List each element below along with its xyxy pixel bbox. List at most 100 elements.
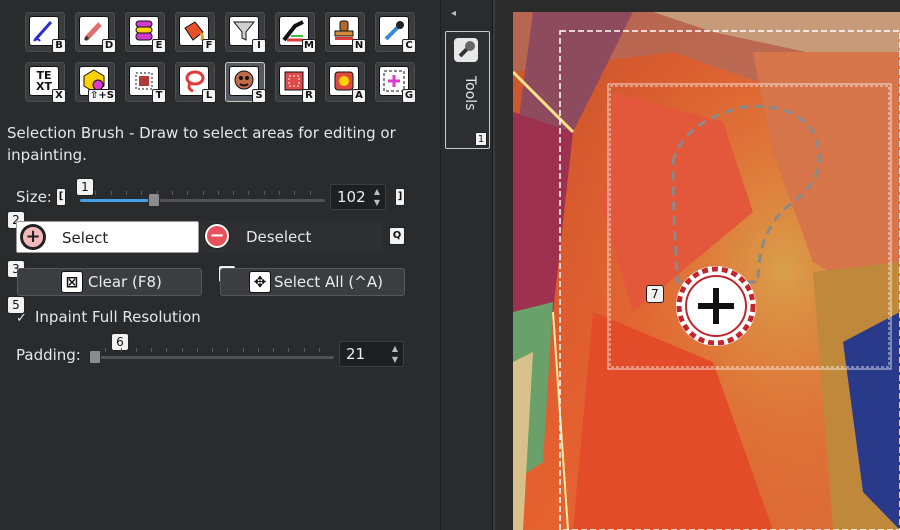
size-slider[interactable] [80, 191, 325, 207]
smudge-tool-button[interactable]: M [275, 12, 316, 53]
slider-tick [288, 348, 290, 352]
image-canvas[interactable]: 7 [513, 12, 900, 530]
spin-down-icon[interactable]: ▼ [389, 354, 401, 365]
toggle-mode-key[interactable]: Q [389, 227, 405, 245]
tab-tools-label: Tools [462, 76, 478, 111]
color-picker-button[interactable]: C [375, 12, 416, 53]
inpaint-label: Inpaint Full Resolution [35, 308, 201, 326]
shortcut-key: ⇧+S [88, 89, 116, 103]
minus-circle-icon: − [205, 224, 229, 248]
size-value: 102 [337, 188, 366, 206]
spin-down-icon[interactable]: ▼ [371, 197, 383, 208]
tab-tools[interactable]: Tools 1 [445, 31, 490, 149]
shortcut-key: M [302, 39, 316, 53]
slider-tick [242, 348, 244, 352]
tool-description: Selection Brush - Draw to select areas f… [7, 124, 396, 164]
clear-icon: ⊠ [61, 271, 83, 293]
slider-tick [105, 348, 107, 352]
shortcut-key: D [102, 39, 116, 53]
transform-tool-button[interactable]: T [125, 62, 166, 103]
collapse-arrow-icon[interactable]: ◂ [451, 8, 456, 19]
slider-tick [141, 191, 143, 195]
filter-tool-button[interactable]: I [225, 12, 266, 53]
shortcut-key: X [52, 89, 66, 103]
slider-tick [187, 191, 189, 195]
selection-brush-button[interactable]: S [225, 62, 266, 103]
slider-tick [120, 348, 122, 352]
deselect-mode-button[interactable]: − Deselect [200, 221, 383, 253]
stamp-tool-button[interactable]: N [325, 12, 366, 53]
slider-tick [135, 348, 137, 352]
clear-button[interactable]: ⊠ Clear (F8) [17, 268, 202, 296]
slider-tick [248, 191, 250, 195]
tab-shortcut-key: 1 [475, 132, 487, 146]
size-label: Size: [16, 188, 52, 206]
shortcut-key: S [252, 89, 266, 103]
slider-tick [273, 348, 274, 352]
spin-up-icon[interactable]: ▲ [389, 343, 401, 354]
size-spinbox[interactable]: 102 ▲ ▼ [330, 184, 386, 210]
padding-slider-handle[interactable] [88, 350, 101, 364]
eraser-tool-button[interactable]: E [125, 12, 166, 53]
size-slider-fill [80, 199, 154, 202]
tool-panel: B D E F I M N C TE XT X ⇧+S T L S R A G … [0, 0, 440, 530]
select-all-button[interactable]: ✥ Select All (^A) [220, 268, 405, 296]
slider-tick [279, 191, 281, 195]
shape-tool-button[interactable]: ⇧+S [75, 62, 116, 103]
slider-tick [303, 348, 305, 352]
fill-tool-button[interactable]: F [175, 12, 216, 53]
shortcut-key: R [302, 89, 316, 103]
slider-tick [257, 348, 259, 352]
slider-tick [95, 191, 97, 195]
slider-tick [196, 348, 198, 352]
select-all-label: Select All (^A) [274, 273, 383, 291]
padding-slider[interactable] [88, 348, 334, 364]
increase-size-key[interactable]: ] [395, 188, 405, 206]
deselect-label: Deselect [246, 228, 312, 246]
panel-splitter[interactable] [492, 0, 495, 530]
spin-up-icon[interactable]: ▲ [371, 186, 383, 197]
select-all-icon: ✥ [249, 271, 271, 293]
size-slider-handle[interactable] [147, 193, 160, 207]
shortcut-key: A [352, 89, 366, 103]
slider-tick [217, 191, 219, 195]
brush-tool-button[interactable]: B [25, 12, 66, 53]
canvas-image [513, 12, 900, 530]
annotation-badge: 7 [646, 285, 664, 303]
slider-tick [294, 191, 296, 195]
shortcut-key: E [152, 39, 166, 53]
shortcut-key: I [252, 39, 266, 53]
slider-tick [110, 191, 112, 195]
shortcut-key: T [152, 89, 166, 103]
auto-select-button[interactable]: A [325, 62, 366, 103]
inpaint-checkbox[interactable]: ✓ [16, 312, 29, 325]
plus-circle-icon: + [21, 225, 45, 249]
decrease-size-key[interactable]: [ [56, 188, 66, 206]
padding-spinbox[interactable]: 21 ▲ ▼ [339, 341, 404, 367]
lasso-tool-button[interactable]: L [175, 62, 216, 103]
slider-tick [309, 191, 311, 195]
dock-strip: ◂ Tools 1 [440, 0, 500, 530]
slider-tick [263, 191, 265, 195]
draw-tool-button[interactable]: D [75, 12, 116, 53]
text-tool-button[interactable]: TE XT X [25, 62, 66, 103]
padding-value: 21 [346, 345, 366, 363]
shortcut-key: N [352, 39, 366, 53]
slider-tick [171, 191, 173, 195]
annotation-badge: 1 [76, 178, 94, 196]
generate-tool-button[interactable]: G [375, 62, 416, 103]
slider-tick [156, 191, 158, 195]
slider-tick [318, 348, 320, 352]
slider-tick [202, 191, 204, 195]
slider-tick [166, 348, 168, 352]
shortcut-key: B [52, 39, 66, 53]
slider-tick [125, 191, 127, 195]
select-mode-button[interactable]: + Select [16, 221, 199, 253]
padding-label: Padding: [16, 346, 81, 364]
rect-select-button[interactable]: R [275, 62, 316, 103]
shortcut-key: F [202, 39, 216, 53]
shortcut-key: C [402, 39, 416, 53]
slider-tick [227, 348, 229, 352]
slider-tick [233, 191, 235, 195]
select-label: Select [62, 229, 109, 247]
